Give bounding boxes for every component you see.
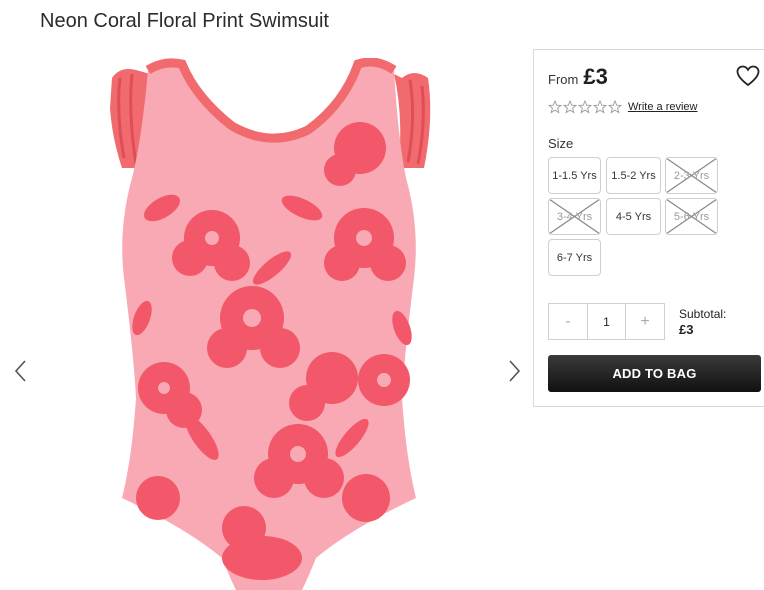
quantity-decrease-button[interactable]: -: [549, 304, 587, 339]
price-row: From £3: [548, 64, 608, 90]
star-rating: [547, 99, 623, 114]
size-option[interactable]: 1.5-2 Yrs: [606, 157, 661, 194]
add-to-bag-button[interactable]: ADD TO BAG: [548, 355, 761, 392]
size-option-label: 1.5-2 Yrs: [611, 169, 656, 182]
size-option[interactable]: 6-7 Yrs: [548, 239, 601, 276]
size-option-label: 5-6 Yrs: [673, 210, 710, 223]
size-option[interactable]: 5-6 Yrs: [665, 198, 718, 235]
chevron-left-icon[interactable]: [10, 358, 30, 384]
rating-row: Write a review: [547, 99, 697, 114]
size-label: Size: [548, 136, 574, 151]
subtotal-value: £3: [679, 322, 694, 337]
star-outline-icon: [577, 99, 593, 114]
size-option-label: 6-7 Yrs: [556, 251, 593, 264]
star-outline-icon: [592, 99, 608, 114]
size-option[interactable]: 3-4 Yrs: [548, 198, 601, 235]
size-option[interactable]: 4-5 Yrs: [606, 198, 661, 235]
product-gallery: [0, 50, 532, 590]
quantity-stepper: - 1 +: [548, 303, 665, 340]
size-option[interactable]: 1-1.5 Yrs: [548, 157, 601, 194]
size-option-label: 1-1.5 Yrs: [552, 169, 597, 182]
size-option[interactable]: 2-3 Yrs: [665, 157, 718, 194]
heart-outline-icon[interactable]: [736, 65, 760, 87]
price-value: £3: [583, 64, 608, 89]
size-option-label: 2-3 Yrs: [673, 169, 710, 182]
quantity-increase-button[interactable]: +: [626, 304, 664, 339]
subtotal: Subtotal: £3: [679, 306, 726, 338]
swimsuit-product-image: [110, 58, 431, 590]
price-prefix: From: [548, 72, 579, 87]
purchase-panel: From £3 Write a review Size 1-1.5 Yrs 1.5…: [533, 49, 764, 407]
star-outline-icon: [547, 99, 563, 114]
product-title: Neon Coral Floral Print Swimsuit: [40, 10, 329, 32]
star-outline-icon: [562, 99, 578, 114]
size-option-label: 4-5 Yrs: [615, 210, 652, 223]
quantity-input[interactable]: 1: [587, 304, 626, 339]
size-option-label: 3-4 Yrs: [556, 210, 593, 223]
chevron-right-icon[interactable]: [505, 358, 525, 384]
star-outline-icon: [607, 99, 623, 114]
subtotal-label: Subtotal:: [679, 307, 727, 321]
write-review-link[interactable]: Write a review: [628, 101, 697, 113]
